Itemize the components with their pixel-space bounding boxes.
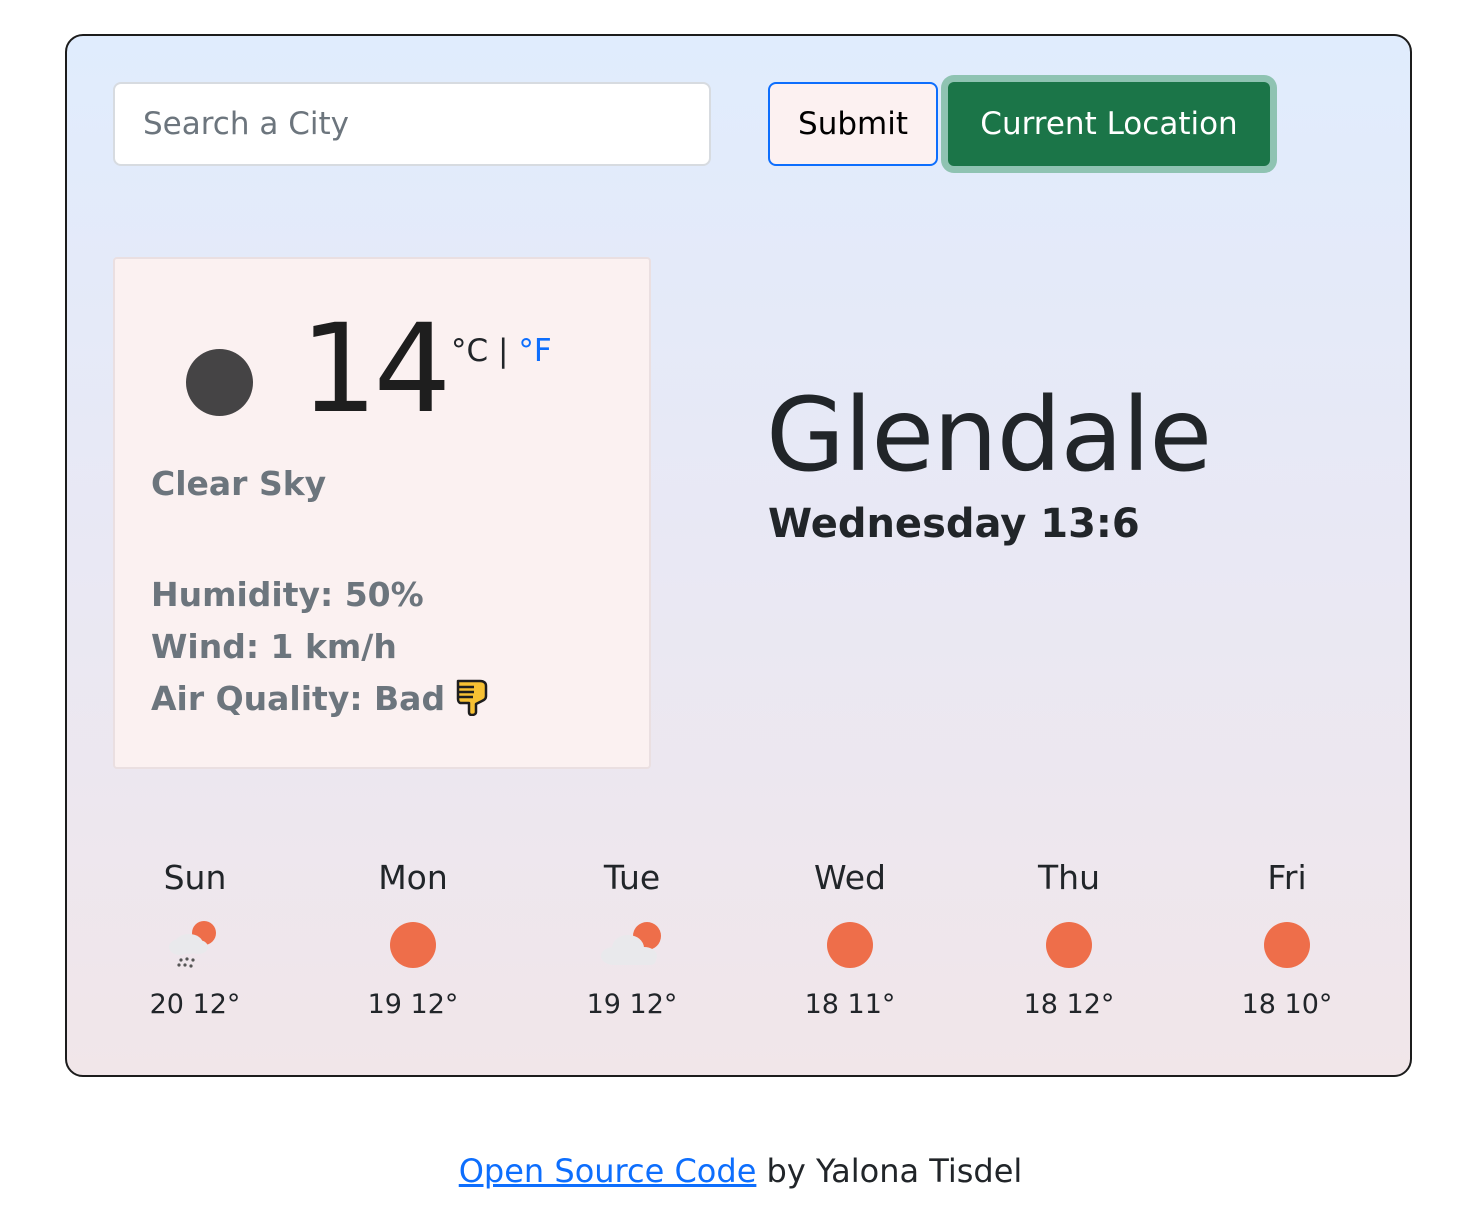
forecast-temps: 18 10° [1241,989,1333,1020]
forecast-temps: 19 12° [367,989,459,1020]
celsius-unit: °C [451,333,489,369]
date-time: Wednesday 13:6 [768,501,1140,547]
open-source-link[interactable]: Open Source Code [459,1152,757,1190]
temperature-value: 14 [300,298,451,440]
cloud-sun-icon [601,922,661,965]
footer: Open Source Code by Yalona Tisdel [0,1152,1481,1190]
current-weather-icon [186,349,253,416]
submit-button[interactable]: Submit [768,82,938,166]
wind: Wind: 1 km/h [151,627,397,666]
sun-icon [827,922,873,968]
forecast-day-name: Mon [378,858,448,897]
forecast-day-name: Tue [603,858,661,897]
thumbs-down-icon [456,679,488,716]
fahrenheit-link[interactable]: °F [518,333,551,369]
air-quality-label: Air Quality: Bad [151,679,446,718]
city-name: Glendale [766,376,1212,495]
forecast-day: Wed 18 11° [741,856,959,1020]
rain-cloud-sun-icon [169,921,216,968]
forecast-temps: 18 12° [1023,989,1115,1020]
weather-app: Submit Current Location 14 °C | °F Clear… [65,34,1412,1077]
sun-icon [390,922,436,968]
forecast-day: Fri 18 10° [1178,856,1396,1020]
forecast-day-name: Wed [814,858,886,897]
forecast-day-name: Sun [163,858,227,897]
forecast-temps: 18 11° [804,989,896,1020]
forecast-day: Tue 19 12° [523,856,741,1020]
sun-icon [1046,922,1092,968]
unit-toggle: °C | °F [451,333,552,369]
forecast: Sun 20 12° Mon 19 12° Tue 19 12° Wed 18 … [86,856,1396,1056]
forecast-day: Thu 18 12° [960,856,1178,1020]
sun-icon [1264,922,1310,968]
current-location-button[interactable]: Current Location [948,82,1270,166]
humidity: Humidity: 50% [151,575,424,614]
search-input[interactable] [113,82,711,166]
unit-separator: | [498,333,509,369]
forecast-day-name: Thu [1038,858,1100,897]
air-quality: Air Quality: Bad [151,673,493,725]
forecast-day-name: Fri [1267,858,1307,897]
forecast-temps: 19 12° [586,989,678,1020]
weather-description: Clear Sky [151,464,327,503]
forecast-temps: 20 12° [149,989,241,1020]
forecast-day: Sun 20 12° [86,856,304,1020]
author-credit: by Yalona Tisdel [756,1152,1023,1190]
forecast-day: Mon 19 12° [304,856,522,1020]
weather-details: Humidity: 50% Wind: 1 km/h Air Quality: … [151,569,493,725]
current-weather-card: 14 °C | °F Clear Sky Humidity: 50% Wind:… [113,257,651,769]
